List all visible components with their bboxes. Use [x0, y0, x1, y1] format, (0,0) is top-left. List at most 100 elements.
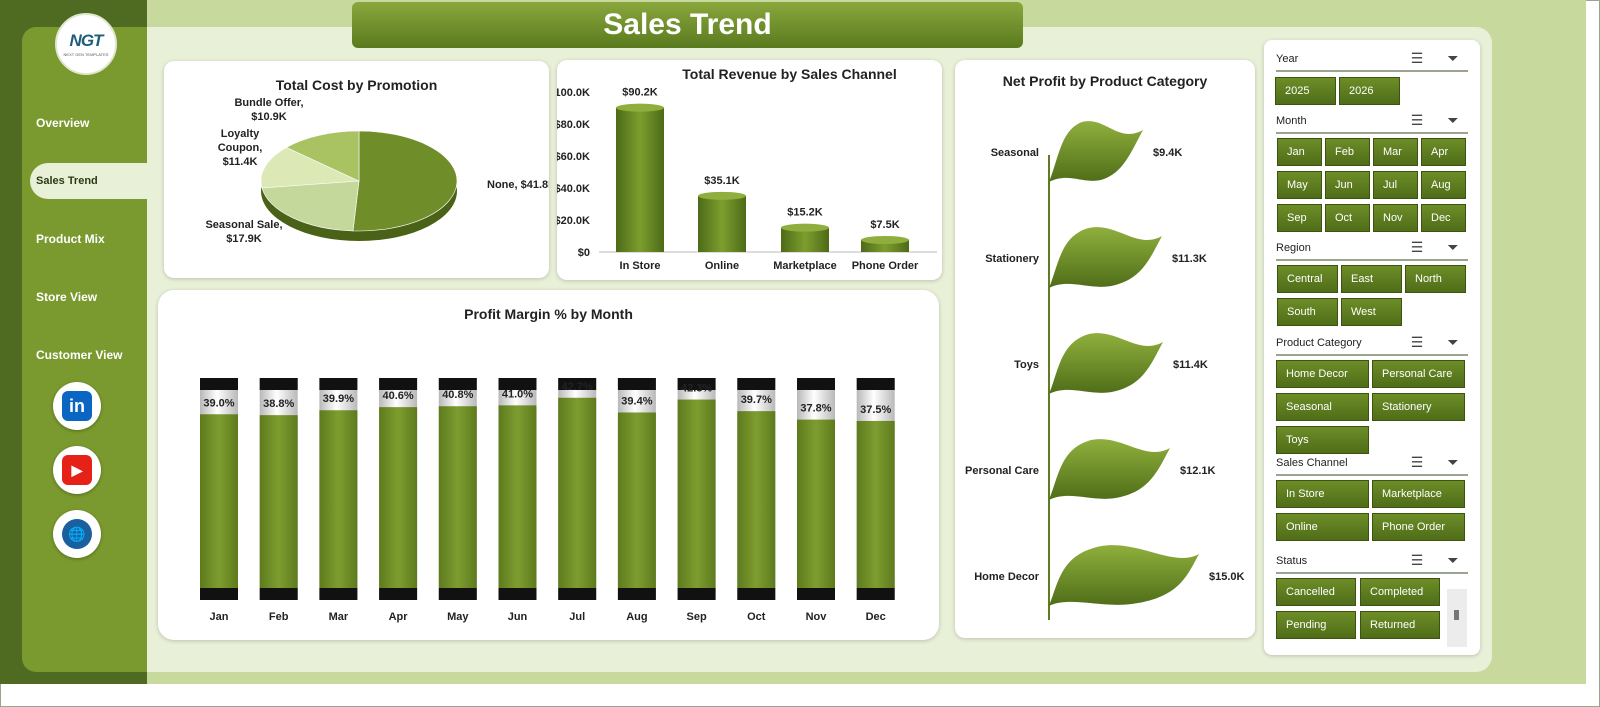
status-slicer-item[interactable]: Completed [1360, 578, 1440, 606]
region-slicer-item[interactable]: South [1277, 298, 1338, 326]
status-slicer-header: Status ☰ ⏷ [1276, 550, 1468, 574]
month-slicer-item[interactable]: Apr [1421, 138, 1466, 166]
month-slicer-item[interactable]: Jul [1373, 171, 1418, 199]
multi-select-icon[interactable]: ☰ [1408, 239, 1426, 255]
margin-category-label: Feb [269, 611, 289, 623]
clear-filter-icon[interactable]: ⏷ [1444, 454, 1462, 470]
linkedin-button[interactable]: in [53, 382, 101, 430]
month-slicer-item[interactable]: Dec [1421, 204, 1466, 232]
sales-channel-slicer-item[interactable]: In Store [1276, 480, 1369, 508]
product-category-slicer-item[interactable]: Seasonal [1276, 393, 1369, 421]
margin-tube-base [617, 588, 656, 600]
sales-channel-slicer-item[interactable]: Online [1276, 513, 1369, 541]
margin-tube-base [797, 588, 835, 600]
month-slicer-item[interactable]: Sep [1277, 204, 1322, 232]
region-slicer-header: Region ☰ ⏷ [1276, 237, 1468, 261]
revenue-bar-cap [861, 236, 909, 244]
margin-tube-base [319, 588, 358, 600]
nav-overview[interactable]: Overview [22, 105, 147, 141]
margin-value-label: 39.7% [741, 394, 772, 406]
month-slicer-item[interactable]: May [1277, 171, 1322, 199]
multi-select-icon[interactable]: ☰ [1408, 112, 1426, 128]
month-slicer-item[interactable]: Nov [1373, 204, 1418, 232]
margin-value-label: 37.8% [800, 403, 831, 415]
profit-category-label: Seasonal [991, 147, 1039, 159]
margin-value-label: 42.3% [681, 383, 712, 395]
multi-select-icon[interactable]: ☰ [1408, 50, 1426, 66]
youtube-button[interactable]: ▶ [53, 446, 101, 494]
year-slicer-title: Year [1276, 53, 1299, 65]
sales-channel-slicer-item[interactable]: Phone Order [1372, 513, 1465, 541]
status-slicer-item[interactable]: Pending [1276, 611, 1356, 639]
month-slicer-item[interactable]: Oct [1325, 204, 1370, 232]
region-slicer-item[interactable]: North [1405, 265, 1466, 293]
profit-category-label: Home Decor [974, 571, 1040, 583]
nav-product-mix[interactable]: Product Mix [22, 221, 147, 257]
sidebar: Overview Sales Trend Product Mix Store View… [22, 27, 160, 672]
margin-bar [259, 415, 298, 588]
month-slicer-item[interactable]: Mar [1373, 138, 1418, 166]
scroll-thumb[interactable] [1454, 610, 1459, 620]
status-slicer-item[interactable]: Cancelled [1276, 578, 1356, 606]
month-slicer-item[interactable]: Aug [1421, 171, 1466, 199]
region-slicer-item[interactable]: East [1341, 265, 1402, 293]
margin-tube-base [438, 588, 477, 600]
product-category-slicer-item[interactable]: Toys [1276, 426, 1369, 454]
product-category-slicer-header: Product Category ☰ ⏷ [1276, 332, 1468, 356]
status-slicer-title: Status [1276, 555, 1308, 567]
clear-filter-icon[interactable]: ⏷ [1444, 239, 1462, 255]
status-slicer-scrollbar[interactable] [1447, 589, 1467, 647]
sales-channel-slicer-item[interactable]: Marketplace [1372, 480, 1465, 508]
nav-customer-view[interactable]: Customer View [22, 337, 147, 373]
clear-filter-icon[interactable]: ⏷ [1444, 552, 1462, 568]
margin-tube-cap [319, 378, 358, 390]
product-category-slicer-item[interactable]: Home Decor [1276, 360, 1369, 388]
product-category-slicer-item[interactable]: Personal Care [1372, 360, 1465, 388]
year-slicer-item[interactable]: 2026 [1339, 77, 1400, 105]
logo-text: NGT [69, 31, 104, 50]
month-slicer-item[interactable]: Jun [1325, 171, 1370, 199]
margin-category-label: Jul [569, 611, 585, 623]
margin-chart-card: Profit Margin % by Month 39.0% Jan 38.8% Fe… [158, 290, 939, 640]
profit-bar-chart: Seasonal $9.4K Stationery $11.3K Toys $11.4K P… [965, 121, 1245, 620]
region-slicer-item[interactable]: West [1341, 298, 1402, 326]
margin-category-label: Oct [747, 611, 766, 623]
month-slicer-item[interactable]: Feb [1325, 138, 1370, 166]
multi-select-icon[interactable]: ☰ [1408, 334, 1426, 350]
profit-chart-card: Net Profit by Product Category Seasonal $… [955, 60, 1255, 638]
globe-button[interactable]: 🌐 [53, 510, 101, 558]
margin-bar [438, 406, 477, 588]
margin-bar [498, 405, 537, 588]
margin-bar-chart: 39.0% Jan 38.8% Feb 39.9% Mar 40.6% Apr 40.8% May… [200, 378, 895, 623]
profit-value-label: $12.1K [1180, 465, 1216, 477]
logo-subtext: NEXT GEN TEMPLATES [63, 52, 109, 57]
profit-value-label: $15.0K [1209, 571, 1245, 583]
multi-select-icon[interactable]: ☰ [1408, 454, 1426, 470]
profit-flag [1049, 333, 1163, 394]
status-slicer-item[interactable]: Returned [1360, 611, 1440, 639]
nav-store-view[interactable]: Store View [22, 279, 147, 315]
margin-bar [200, 414, 238, 588]
margin-bar [797, 419, 835, 588]
month-slicer-item[interactable]: Jan [1277, 138, 1322, 166]
revenue-y-tick: $40.0K [557, 183, 590, 195]
year-slicer-item[interactable]: 2025 [1275, 77, 1336, 105]
clear-filter-icon[interactable]: ⏷ [1444, 50, 1462, 66]
profit-category-label: Toys [1014, 359, 1039, 371]
revenue-chart-card: Total Revenue by Sales Channel $0 $20.0K $… [557, 60, 942, 280]
revenue-y-tick: $0 [578, 247, 590, 259]
clear-filter-icon[interactable]: ⏷ [1444, 334, 1462, 350]
youtube-icon: ▶ [62, 455, 92, 485]
revenue-category-label: In Store [620, 260, 661, 272]
pie-label: Bundle Offer, $10.9K [234, 97, 303, 123]
profit-value-label: $11.3K [1172, 253, 1207, 265]
region-slicer-item[interactable]: Central [1277, 265, 1338, 293]
clear-filter-icon[interactable]: ⏷ [1444, 112, 1462, 128]
page-title: Sales Trend [352, 2, 1023, 48]
product-category-slicer-item[interactable]: Stationery [1372, 393, 1465, 421]
margin-bar [617, 412, 656, 588]
revenue-value-label: $7.5K [870, 219, 899, 231]
nav-sales-trend[interactable]: Sales Trend [30, 163, 160, 199]
margin-bar [677, 399, 716, 588]
multi-select-icon[interactable]: ☰ [1408, 552, 1426, 568]
